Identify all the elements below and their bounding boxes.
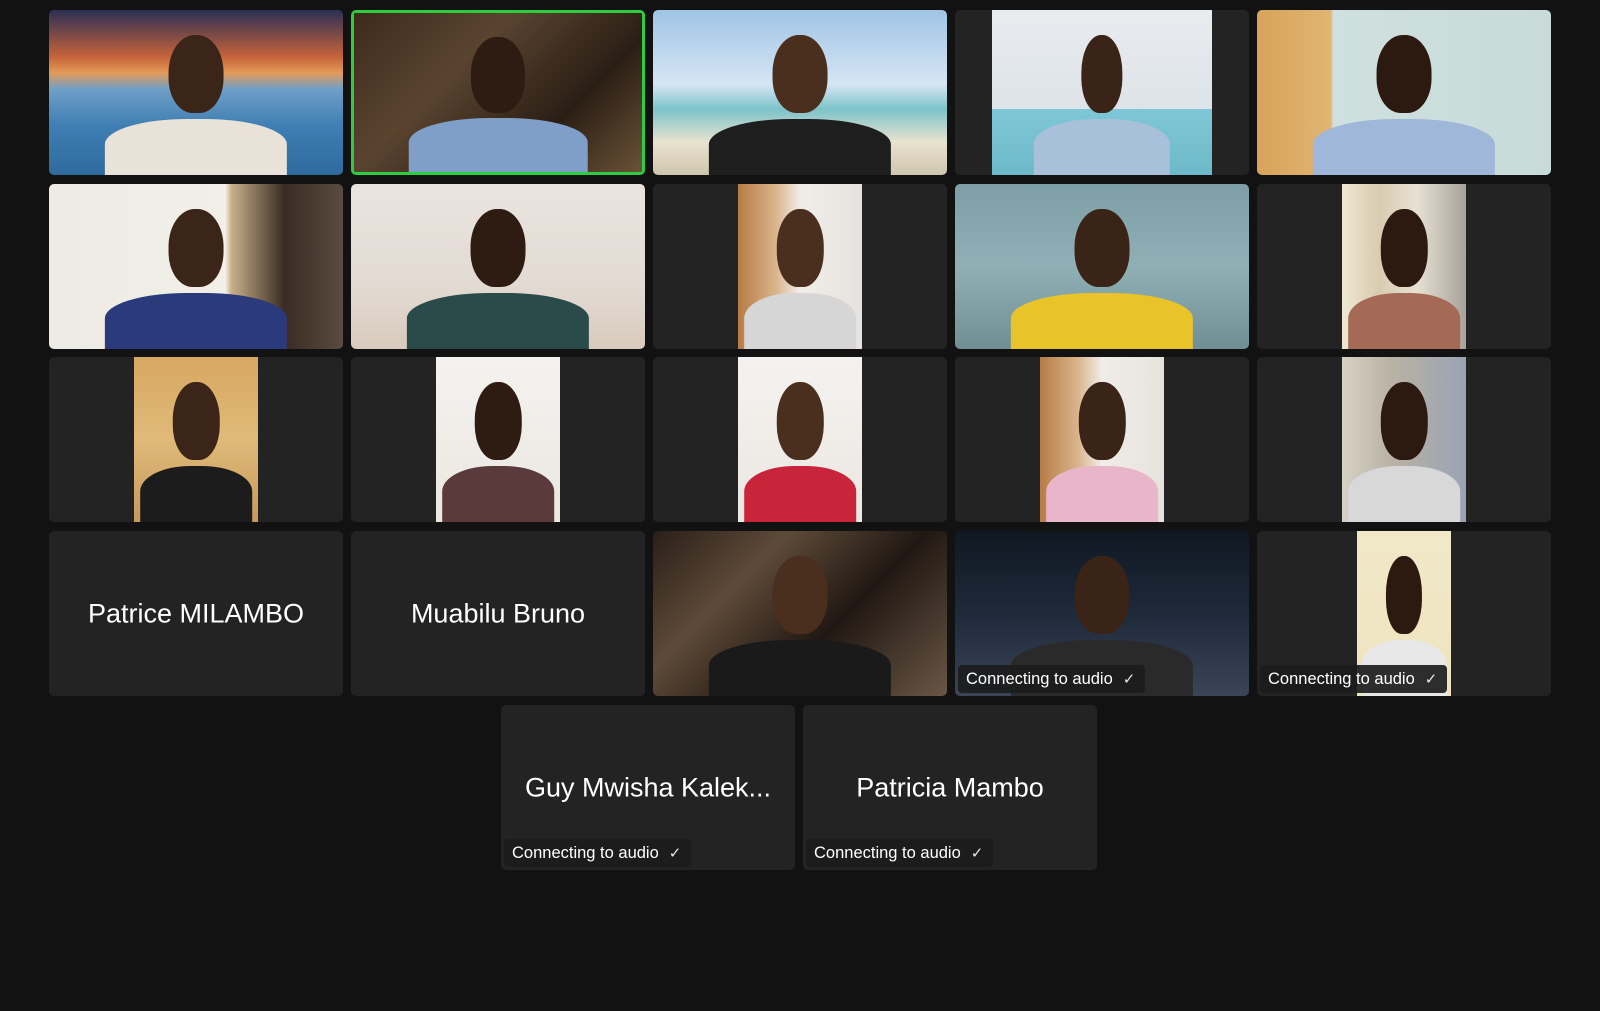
participant-tile-p9[interactable]: [955, 184, 1249, 349]
participant-video: [653, 531, 947, 696]
audio-status-badge: Connecting to audio ✓: [958, 665, 1146, 693]
participant-tile-p11[interactable]: [49, 357, 343, 522]
participant-tile-p14[interactable]: [955, 357, 1249, 522]
participant-tile-p10[interactable]: [1257, 184, 1551, 349]
participant-silhouette: [1312, 34, 1496, 175]
audio-status-text: Connecting to audio: [814, 844, 961, 862]
participant-tile-p18[interactable]: [653, 531, 947, 696]
participant-name: Muabilu Bruno: [410, 598, 586, 628]
participant-video: [49, 10, 343, 175]
participant-video: [955, 184, 1249, 349]
participant-silhouette: [744, 381, 856, 522]
participant-silhouette: [1348, 208, 1460, 349]
participant-video: [1257, 10, 1551, 175]
participant-video: [354, 13, 642, 172]
audio-status-badge: Connecting to audio ✓: [504, 839, 692, 867]
participant-tile-p4[interactable]: [955, 10, 1249, 175]
participant-silhouette: [104, 34, 288, 175]
participant-tile-p12[interactable]: [351, 357, 645, 522]
participant-silhouette: [1348, 381, 1460, 522]
participant-tile-p5[interactable]: [1257, 10, 1551, 175]
participant-silhouette: [1010, 208, 1194, 349]
participant-video: [992, 10, 1212, 175]
audio-status-text: Connecting to audio: [1268, 670, 1415, 688]
participant-video: [1040, 357, 1164, 522]
participant-name: Patricia Mambo: [856, 772, 1044, 802]
participant-silhouette: [408, 36, 588, 172]
participant-tile-p15[interactable]: [1257, 357, 1551, 522]
participant-video: [1342, 184, 1466, 349]
participant-tile-p6[interactable]: [49, 184, 343, 349]
participant-video: [49, 184, 343, 349]
participant-silhouette: [104, 208, 288, 349]
participant-name: Guy Mwisha Kalek...: [524, 772, 772, 802]
participant-name: Patrice MILAMBO: [87, 598, 305, 628]
participant-video: [351, 184, 645, 349]
participant-video: [1342, 357, 1466, 522]
audio-status-text: Connecting to audio: [512, 844, 659, 862]
participant-tile-p17[interactable]: Muabilu Bruno: [351, 531, 645, 696]
participant-tile-p8[interactable]: [653, 184, 947, 349]
check-icon: ✓: [1424, 671, 1438, 688]
participant-tile-p13[interactable]: [653, 357, 947, 522]
participant-silhouette: [406, 208, 590, 349]
participant-silhouette: [708, 555, 892, 696]
check-icon: ✓: [668, 845, 682, 862]
participant-silhouette: [744, 208, 856, 349]
participant-silhouette: [140, 381, 252, 522]
participant-tile-p22[interactable]: Patricia Mambo Connecting to audio ✓: [803, 705, 1097, 870]
check-icon: ✓: [1122, 671, 1136, 688]
participant-tile-p16[interactable]: Patrice MILAMBO: [49, 531, 343, 696]
participant-video: [738, 184, 862, 349]
participant-tile-p19[interactable]: Connecting to audio ✓: [955, 531, 1249, 696]
participant-silhouette: [1046, 381, 1158, 522]
check-icon: ✓: [970, 845, 984, 862]
participant-tile-p21[interactable]: Guy Mwisha Kalek... Connecting to audio ✓: [501, 705, 795, 870]
participant-silhouette: [1033, 34, 1171, 175]
participant-video: [436, 357, 560, 522]
participant-tile-p20[interactable]: Connecting to audio ✓: [1257, 531, 1551, 696]
participant-tile-p1[interactable]: [49, 10, 343, 175]
participant-video: [653, 10, 947, 175]
audio-status-text: Connecting to audio: [966, 670, 1113, 688]
video-gallery: Patrice MILAMBO Muabilu Bruno Connecting t…: [0, 0, 1600, 1011]
participant-tile-p3[interactable]: [653, 10, 947, 175]
audio-status-badge: Connecting to audio ✓: [806, 839, 994, 867]
participant-tile-p7[interactable]: [351, 184, 645, 349]
participant-video: [134, 357, 258, 522]
audio-status-badge: Connecting to audio ✓: [1260, 665, 1448, 693]
participant-video: [738, 357, 862, 522]
participant-silhouette: [442, 381, 554, 522]
participant-silhouette: [708, 34, 892, 175]
participant-tile-p2[interactable]: [351, 10, 645, 175]
